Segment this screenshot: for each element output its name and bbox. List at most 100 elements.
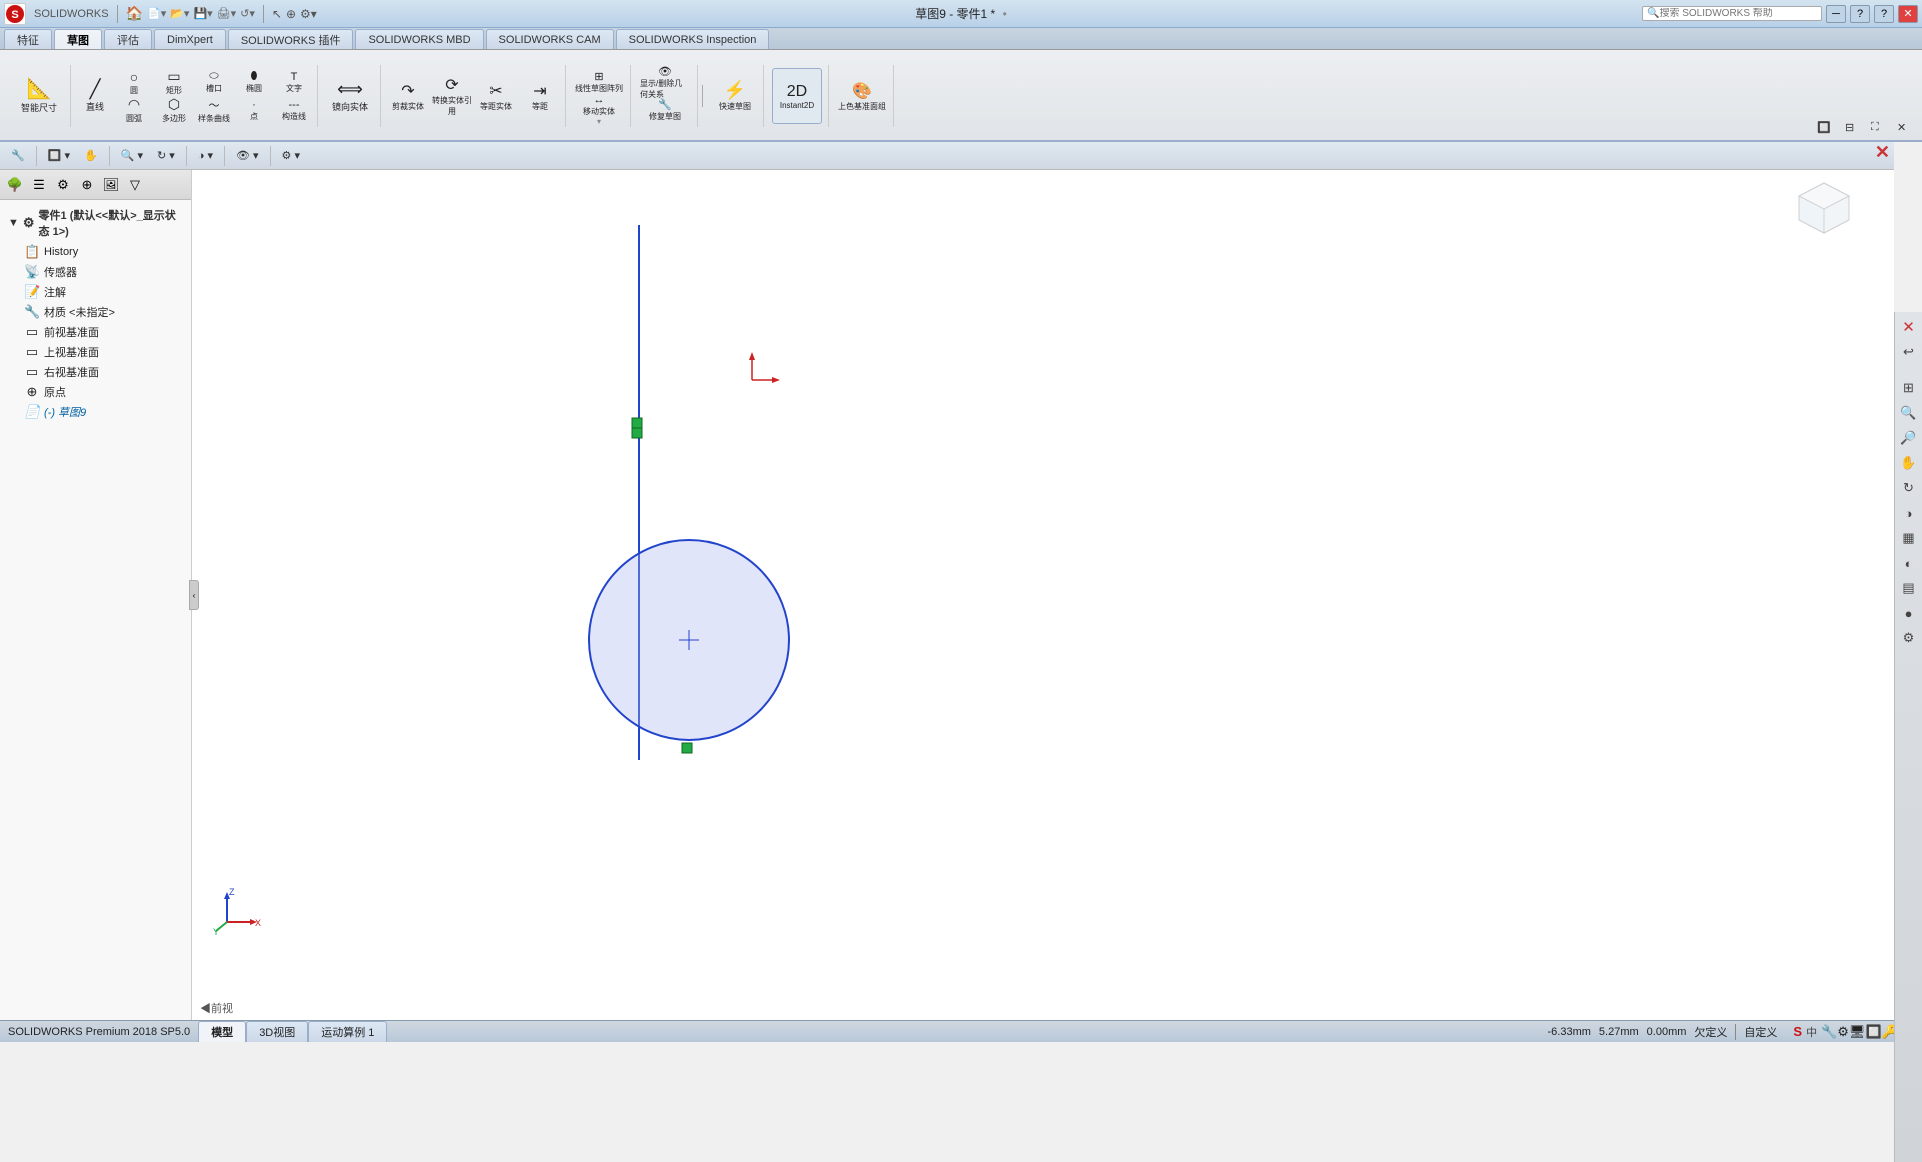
display-style-btn[interactable]: ◑ ▾ bbox=[193, 145, 218, 167]
rt-btn1[interactable]: ✕ bbox=[1898, 316, 1920, 338]
tree-root[interactable]: ▼ ⚙ 零件1 (默认<<默认>_显示状态 1>) bbox=[0, 204, 191, 242]
tab-sw-plugins[interactable]: SOLIDWORKS 插件 bbox=[228, 29, 354, 49]
linear-pattern-btn[interactable]: ⊞ 线性草图阵列 bbox=[574, 69, 624, 95]
close-sketch-btn[interactable]: ✕ bbox=[1875, 142, 1890, 163]
view-cube[interactable] bbox=[1794, 178, 1854, 238]
origin-arrow-x-head bbox=[772, 377, 780, 383]
rapid-sketch-btn[interactable]: ⚡ 快速草图 bbox=[713, 68, 757, 124]
dimxpert-btn[interactable]: ⊕ bbox=[76, 174, 98, 196]
display-relations-btn[interactable]: 👁 显示/删除几何关系 bbox=[639, 69, 691, 95]
rt-zoom-in[interactable]: 🔍 bbox=[1898, 402, 1920, 424]
print-icon[interactable]: 🖨▾ bbox=[217, 7, 237, 20]
configmgr-btn[interactable]: ⚙ bbox=[52, 174, 74, 196]
tree-item-history[interactable]: 📋 History bbox=[0, 242, 191, 262]
tree-item-material[interactable]: 🔧 材质 <未指定> bbox=[0, 302, 191, 322]
tree-item-right-plane[interactable]: ▭ 右视基准面 bbox=[0, 362, 191, 382]
tab-3dview[interactable]: 3D视图 bbox=[246, 1021, 308, 1042]
home-icon[interactable]: 🏠 bbox=[126, 5, 143, 22]
rt-display1[interactable]: ▦ bbox=[1898, 527, 1920, 549]
rt-zoom-out[interactable]: 🔎 bbox=[1898, 427, 1920, 449]
move-entities-btn[interactable]: ↔ 移动实体 ▾ bbox=[574, 97, 624, 123]
view-orient-btn[interactable]: 🔲 bbox=[1812, 116, 1836, 138]
statusbar-right: -6.33mm 5.27mm 0.00mm 欠定义 自定义 S 中 🔧⚙🖥🔲🔑📌 bbox=[1548, 1024, 1914, 1040]
construction-btn[interactable]: --- 构造线 bbox=[275, 97, 313, 123]
panel-collapse-btn[interactable]: ‹ bbox=[189, 580, 199, 610]
line-btn[interactable]: ╱ 直线 bbox=[77, 70, 113, 122]
color-btn[interactable]: 🎨 上色基准面组 bbox=[837, 68, 887, 124]
rt-zoom-fit[interactable]: ⊞ bbox=[1898, 377, 1920, 399]
open-icon[interactable]: 📂▾ bbox=[170, 7, 189, 20]
view-full-btn[interactable]: ⛶ bbox=[1866, 116, 1888, 138]
search-box[interactable]: 🔍 bbox=[1642, 6, 1822, 21]
polygon-btn[interactable]: ⬡ 多边形 bbox=[155, 97, 193, 123]
rt-display4[interactable]: ● bbox=[1898, 602, 1920, 624]
displaymgr-btn[interactable]: 🖼 bbox=[100, 174, 122, 196]
zoom-btn[interactable]: 🔍 ▾ bbox=[116, 145, 148, 167]
mirror-btn[interactable]: ⟺ 镜向实体 bbox=[326, 68, 374, 124]
arc-btn[interactable]: ◠ 圆弧 bbox=[115, 97, 153, 123]
rt-display3[interactable]: ▤ bbox=[1898, 577, 1920, 599]
minimize-button[interactable]: ─ bbox=[1826, 5, 1846, 23]
tab-evaluate[interactable]: 评估 bbox=[104, 29, 152, 49]
linear-pattern-icon: ⊞ bbox=[594, 70, 603, 83]
view-settings-btn[interactable]: ⚙ ▾ bbox=[277, 145, 305, 167]
tab-dimxpert[interactable]: DimXpert bbox=[154, 29, 226, 49]
smart-dimension-btn[interactable]: 📐 智能尺寸 bbox=[14, 68, 64, 124]
tree-item-annotations[interactable]: 📝 注解 bbox=[0, 282, 191, 302]
viewport[interactable]: Z X Y ◀前视 bbox=[192, 170, 1894, 1020]
tab-sw-inspection[interactable]: SOLIDWORKS Inspection bbox=[616, 29, 770, 49]
view-scale-btn[interactable]: ⊟ bbox=[1840, 116, 1862, 138]
rt-display2[interactable]: ◐ bbox=[1898, 552, 1920, 574]
instant2d-btn[interactable]: 2D Instant2D bbox=[772, 68, 822, 124]
tab-sw-mbd[interactable]: SOLIDWORKS MBD bbox=[355, 29, 483, 49]
circle-btn[interactable]: ○ 圆 bbox=[115, 69, 153, 95]
help-button[interactable]: ? bbox=[1874, 5, 1894, 23]
titlebar-controls: 🔍 ─ ? ? ✕ bbox=[1642, 5, 1918, 23]
tree-item-sensors[interactable]: 📡 传感器 bbox=[0, 262, 191, 282]
filterbtn[interactable]: ▽ bbox=[124, 174, 146, 196]
tree-item-origin[interactable]: ⊕ 原点 bbox=[0, 382, 191, 402]
undo-icon[interactable]: ↺▾ bbox=[240, 7, 255, 20]
rotate-btn[interactable]: ↻ ▾ bbox=[152, 145, 180, 167]
extend-btn[interactable]: ⇥ 等距 bbox=[519, 68, 561, 124]
repair-sketch-btn[interactable]: 🔧 修复草图 bbox=[639, 97, 691, 123]
pan-btn[interactable]: ✋ bbox=[79, 145, 103, 167]
propertymgr-btn[interactable]: ☰ bbox=[28, 174, 50, 196]
rt-settings[interactable]: ⚙ bbox=[1898, 627, 1920, 649]
offset-btn[interactable]: ⟳ 转换实体引用 bbox=[431, 68, 473, 124]
rt-btn2[interactable]: ↩ bbox=[1898, 341, 1920, 363]
tab-sketch[interactable]: 草图 bbox=[54, 29, 102, 49]
settings2-icon[interactable]: ⚙▾ bbox=[300, 7, 317, 21]
sketch-tb-btn1[interactable]: 🔧 bbox=[6, 145, 30, 167]
tab-motion[interactable]: 运动算例 1 bbox=[308, 1021, 387, 1042]
featuretree-btn[interactable]: 🌳 bbox=[4, 174, 26, 196]
new-icon[interactable]: 📄▾ bbox=[147, 7, 166, 20]
rt-section[interactable]: ◑ bbox=[1898, 502, 1920, 524]
rt-pan[interactable]: ✋ bbox=[1898, 452, 1920, 474]
tab-features[interactable]: 特征 bbox=[4, 29, 52, 49]
convert-entities-btn[interactable]: ↷ 剪裁实体 bbox=[387, 68, 429, 124]
rt-rotate[interactable]: ↻ bbox=[1898, 477, 1920, 499]
tree-item-front-plane[interactable]: ▭ 前视基准面 bbox=[0, 322, 191, 342]
pointer-icon[interactable]: ↖ bbox=[272, 7, 282, 21]
tree-item-sketch9[interactable]: 📄 (-) 草图9 bbox=[0, 402, 191, 422]
search-input[interactable] bbox=[1659, 8, 1799, 19]
target-icon[interactable]: ⊕ bbox=[286, 7, 296, 21]
hide-show-btn[interactable]: 👁 ▾ bbox=[231, 145, 264, 167]
spline-btn[interactable]: 〜 样条曲线 bbox=[195, 97, 233, 123]
ellipse-btn[interactable]: ⬮ 椭圆 bbox=[235, 69, 273, 95]
close-button[interactable]: ✕ bbox=[1898, 5, 1918, 23]
statusbar-tabs: 模型 3D视图 运动算例 1 bbox=[198, 1021, 387, 1042]
tab-model[interactable]: 模型 bbox=[198, 1021, 246, 1042]
rect-btn[interactable]: ▭ 矩形 bbox=[155, 69, 193, 95]
slot-btn[interactable]: ⬭ 槽口 bbox=[195, 69, 233, 95]
text-btn[interactable]: T 文字 bbox=[275, 69, 313, 95]
save-icon[interactable]: 💾▾ bbox=[193, 7, 212, 20]
point-btn[interactable]: · 点 bbox=[235, 97, 273, 123]
view-close-btn[interactable]: ✕ bbox=[1892, 116, 1914, 138]
tab-sw-cam[interactable]: SOLIDWORKS CAM bbox=[486, 29, 614, 49]
view-selector-btn[interactable]: 🔲 ▾ bbox=[43, 145, 75, 167]
tree-item-top-plane[interactable]: ▭ 上视基准面 bbox=[0, 342, 191, 362]
maximize-button[interactable]: ? bbox=[1850, 5, 1870, 23]
trim-btn[interactable]: ✂ 等距实体 bbox=[475, 68, 517, 124]
